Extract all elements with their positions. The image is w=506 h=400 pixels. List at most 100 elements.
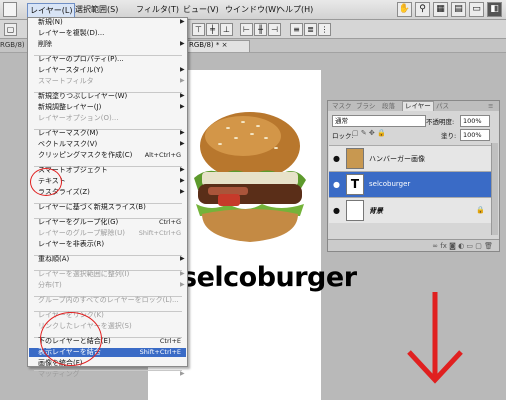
opacity-input[interactable]: 100% xyxy=(460,115,490,127)
submenu-arrow-icon: ▶ xyxy=(180,255,185,262)
layer-row[interactable]: ● 背景 🔒 xyxy=(329,197,491,223)
annotation-circle xyxy=(30,168,62,196)
layer-name: ハンバーガー画像 xyxy=(369,155,425,163)
menu-item[interactable]: ベクトルマスク(V) xyxy=(38,140,97,149)
lock-label: ロック: xyxy=(332,132,354,140)
submenu-arrow-icon: ▶ xyxy=(180,177,185,184)
hand-tool-icon[interactable]: ✋ xyxy=(397,2,412,17)
document-tab-fragment[interactable]: RGB/8) xyxy=(0,41,25,49)
submenu-arrow-icon: ▶ xyxy=(180,270,185,277)
fill-input[interactable]: 100% xyxy=(460,129,490,141)
layer-row-selected[interactable]: ● T selcoburger xyxy=(329,171,491,197)
visibility-eye-icon[interactable]: ● xyxy=(333,180,340,189)
tab-paragraph[interactable]: 段落 xyxy=(382,102,395,110)
burger-logo-text: selcoburger xyxy=(181,262,357,293)
lock-icons[interactable]: ▢ ✎ ✥ 🔒 xyxy=(352,129,386,137)
panel-footer-icons[interactable]: ∞ fx ◙ ◐ ▭ ▢ 🗑 xyxy=(328,239,499,251)
distribute-icon[interactable]: ⋮ xyxy=(318,23,331,36)
zoom-tool-icon[interactable]: ⚲ xyxy=(415,2,430,17)
menu-item[interactable]: レイヤーに基づく新規スライス(B) xyxy=(38,203,146,212)
screen-mode-icon[interactable]: ▭ xyxy=(469,2,484,17)
menu-item[interactable]: 重ね順(A) xyxy=(38,255,69,264)
hamburger-image xyxy=(194,112,306,242)
menu-layer[interactable]: レイヤー(L) xyxy=(27,3,76,18)
align-icon[interactable]: ╪ xyxy=(206,23,219,36)
menu-shortcut: Ctrl+G xyxy=(158,218,181,226)
menu-select[interactable]: 選択範囲(S) xyxy=(73,3,120,16)
submenu-arrow-icon: ▶ xyxy=(180,370,185,377)
zoom-level-icon[interactable]: ▦ xyxy=(433,2,448,17)
menu-item[interactable]: 削除 xyxy=(38,40,52,49)
menu-shortcut: Shift+Ctrl+E xyxy=(139,348,181,356)
menu-item: グループ内のすべてのレイヤーをロック(L)... xyxy=(38,296,179,304)
text-layer-thumbnail-icon: T xyxy=(346,174,364,195)
app-toolbar: ✋ ⚲ ▦ ▤ ▭ ◧ xyxy=(397,2,502,17)
lock-icon: 🔒 xyxy=(476,206,485,214)
workspace-icon[interactable]: ◧ xyxy=(487,2,502,17)
align-icon[interactable]: ⊢ xyxy=(240,23,253,36)
submenu-arrow-icon: ▶ xyxy=(180,18,185,25)
tab-brush[interactable]: ブラシ xyxy=(356,102,375,110)
panel-menu-icon[interactable]: ≡ xyxy=(488,102,493,110)
submenu-arrow-icon: ▶ xyxy=(180,166,185,173)
menu-window[interactable]: ウインドウ(W) xyxy=(223,3,281,16)
menu-item: レイヤーのグループ解除(U) xyxy=(38,229,125,237)
visibility-eye-icon[interactable]: ● xyxy=(333,154,340,163)
visibility-eye-icon[interactable]: ● xyxy=(333,206,340,215)
layer-thumbnail xyxy=(346,200,364,221)
menu-view[interactable]: ビュー(V) xyxy=(181,3,221,16)
menu-shortcut: Alt+Ctrl+G xyxy=(144,151,181,159)
arrange-icon[interactable]: ▤ xyxy=(451,2,466,17)
panel-tabs: マスク ブラシ 段落 レイヤー パス ≡ xyxy=(328,101,499,111)
menu-item[interactable]: 新規調整レイヤー(J) xyxy=(38,103,101,112)
menu-item[interactable]: レイヤーのプロパティ(P)... xyxy=(38,55,124,64)
menu-item[interactable]: レイヤーを非表示(R) xyxy=(38,240,104,249)
menu-item[interactable]: レイヤースタイル(Y) xyxy=(38,66,103,75)
menu-item: 分布(T) xyxy=(38,281,62,289)
tab-layers[interactable]: レイヤー xyxy=(402,101,434,111)
annotation-circle xyxy=(40,312,102,366)
menu-item[interactable]: 新規(N) xyxy=(38,18,63,27)
menu-shortcut: Ctrl+E xyxy=(159,337,181,345)
red-arrow-icon xyxy=(407,292,463,384)
opacity-label: 不透明度: xyxy=(426,118,455,126)
submenu-arrow-icon: ▶ xyxy=(180,66,185,73)
menu-item[interactable]: レイヤーを複製(D)... xyxy=(38,29,104,38)
align-icon[interactable]: ╫ xyxy=(254,23,267,36)
menu-item[interactable]: クリッピングマスクを作成(C) xyxy=(38,151,132,160)
submenu-arrow-icon: ▶ xyxy=(180,103,185,110)
submenu-arrow-icon: ▶ xyxy=(180,281,185,288)
submenu-arrow-icon: ▶ xyxy=(180,40,185,47)
tab-paths[interactable]: パス xyxy=(436,102,449,110)
submenu-arrow-icon: ▶ xyxy=(180,129,185,136)
menu-item: マッティング xyxy=(38,370,80,378)
fill-label: 塗り: xyxy=(441,132,457,140)
app-icon-button[interactable] xyxy=(3,2,17,17)
layer-name: 背景 xyxy=(369,207,383,215)
menu-item: レイヤーを選択範囲に整列(I) xyxy=(38,270,130,278)
panel-scrollbar[interactable] xyxy=(491,143,498,235)
align-icon[interactable]: ⊣ xyxy=(268,23,281,36)
distribute-icon[interactable]: ≣ xyxy=(304,23,317,36)
submenu-arrow-icon: ▶ xyxy=(180,188,185,195)
menu-item[interactable]: 新規塗りつぶしレイヤー(W) xyxy=(38,92,127,101)
menu-item[interactable]: レイヤーをグループ化(G) xyxy=(38,218,118,227)
align-icon[interactable]: ⊤ xyxy=(192,23,205,36)
distribute-icon[interactable]: ≡ xyxy=(290,23,303,36)
document-tab[interactable]: RGB/8) * × xyxy=(185,40,250,52)
menu-item: スマートフィルタ xyxy=(38,77,94,85)
layer-row[interactable]: ● ハンバーガー画像 xyxy=(329,145,491,171)
layers-panel: マスク ブラシ 段落 レイヤー パス ≡ 通常 不透明度: 100% ロック: … xyxy=(327,100,500,252)
layer-name: selcoburger xyxy=(369,180,411,188)
tab-mask[interactable]: マスク xyxy=(332,102,352,110)
submenu-arrow-icon: ▶ xyxy=(180,140,185,147)
align-icon[interactable]: ⊥ xyxy=(220,23,233,36)
blend-mode-select[interactable]: 通常 xyxy=(332,115,426,127)
menu-item[interactable]: レイヤーマスク(M) xyxy=(38,129,98,138)
submenu-arrow-icon: ▶ xyxy=(180,77,185,84)
menu-help[interactable]: ヘルプ(H) xyxy=(275,3,315,16)
tool-preset-icon[interactable]: ▢ xyxy=(4,23,17,36)
menu-filter[interactable]: フィルタ(T) xyxy=(134,3,181,16)
menu-shortcut: Shift+Ctrl+G xyxy=(138,229,181,237)
layer-thumbnail xyxy=(346,148,364,169)
